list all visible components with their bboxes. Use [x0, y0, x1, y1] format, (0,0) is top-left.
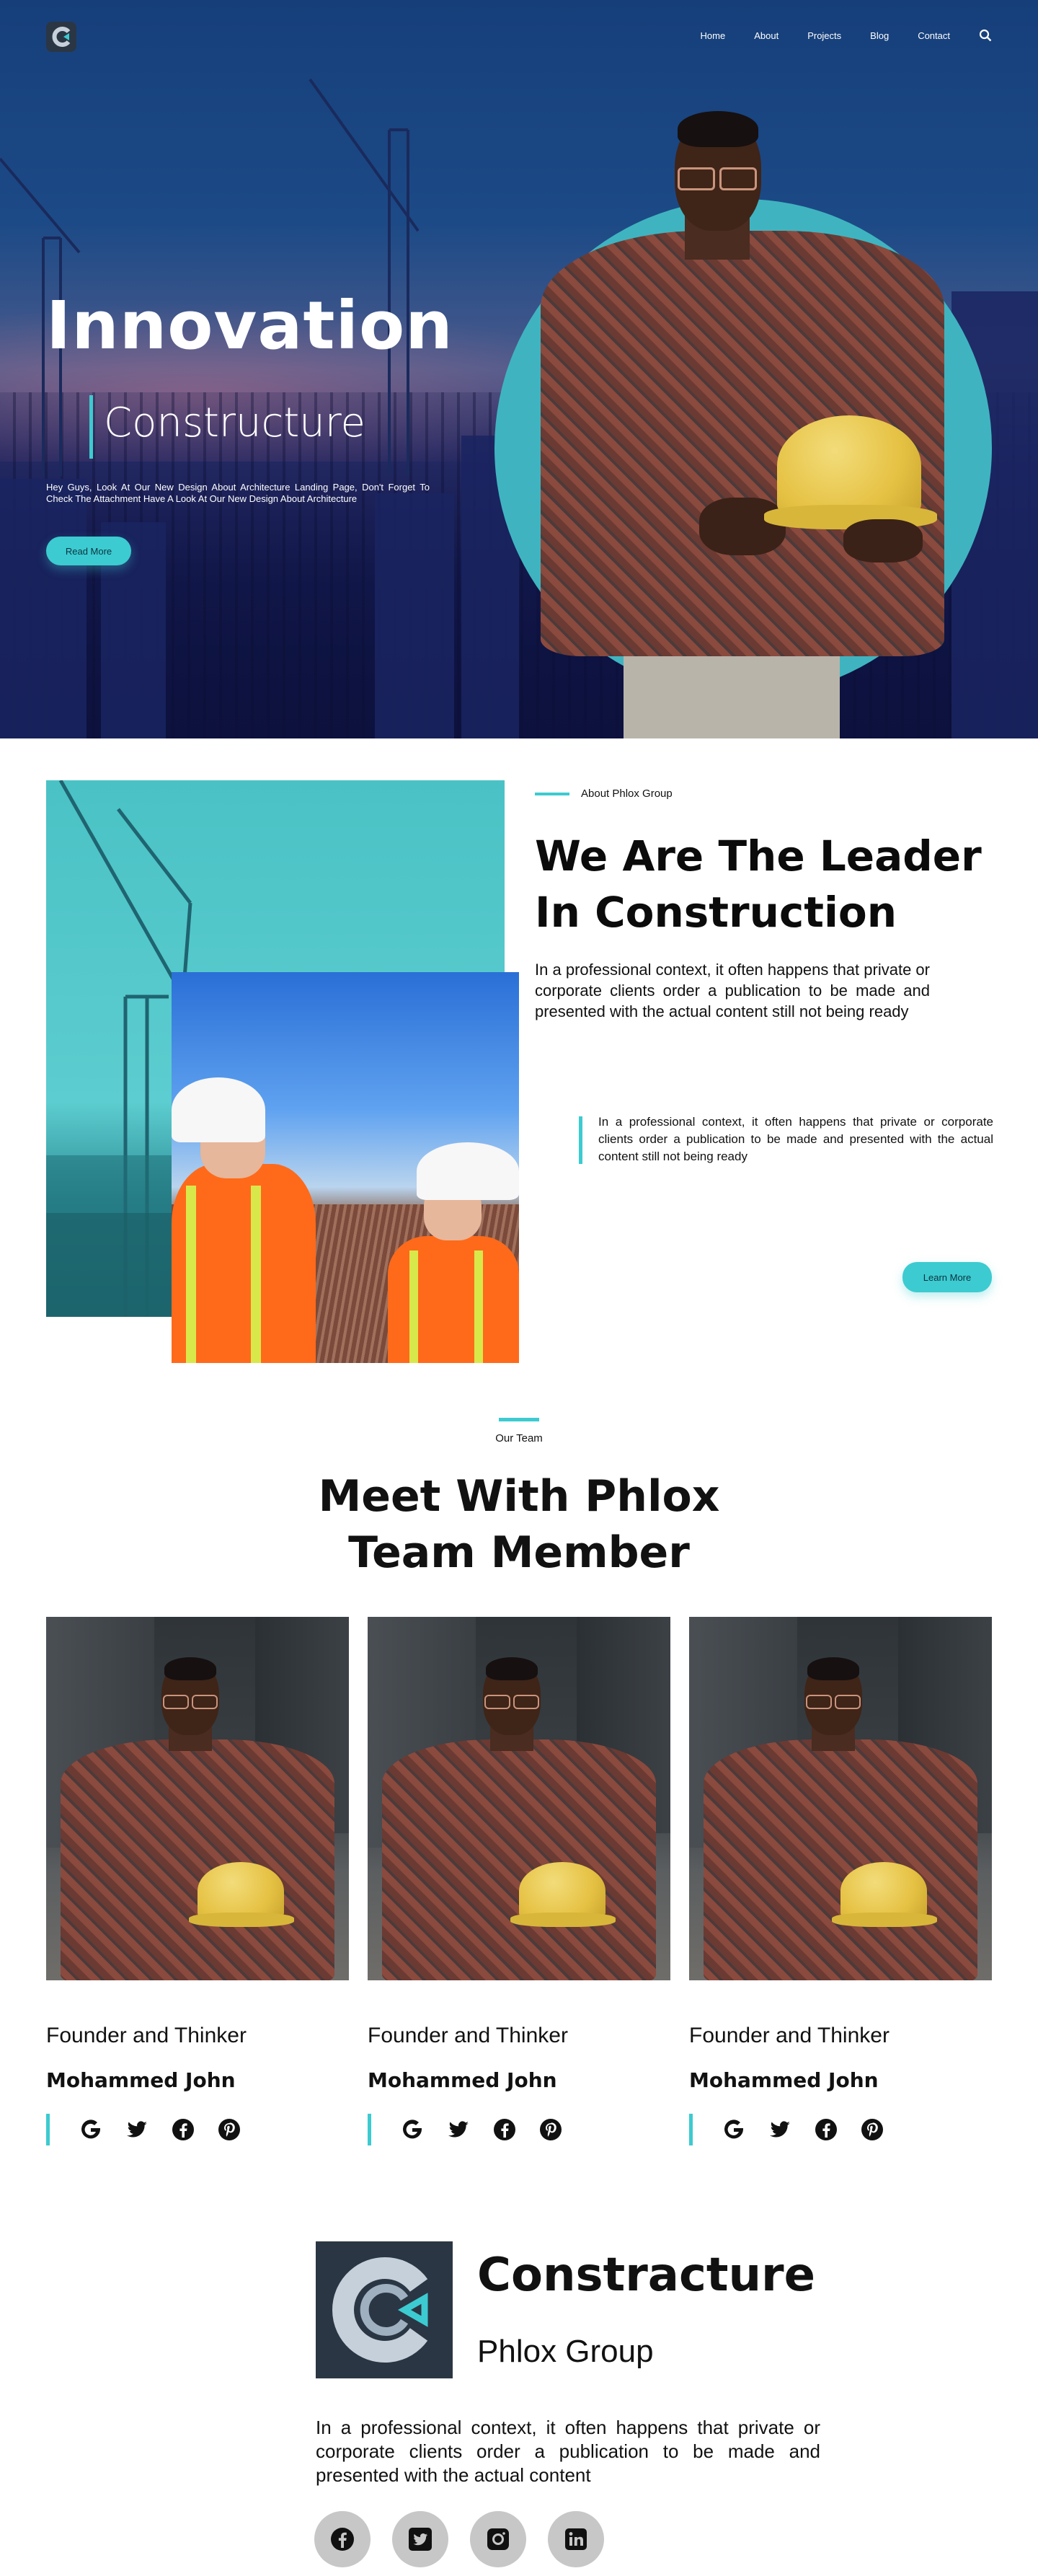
footer-socials	[314, 2511, 604, 2567]
facebook-icon[interactable]	[492, 2117, 517, 2142]
twitter-icon	[409, 2528, 432, 2551]
footer-paragraph: In a professional context, it often happ…	[316, 2417, 820, 2486]
member-name: Mohammed John	[46, 2068, 236, 2092]
facebook-icon	[331, 2528, 354, 2551]
google-icon[interactable]	[400, 2117, 425, 2142]
member-socials	[46, 2114, 349, 2145]
member-name: Mohammed John	[689, 2068, 879, 2092]
logo[interactable]	[46, 22, 76, 52]
nav-about[interactable]: About	[754, 30, 778, 41]
google-icon[interactable]	[79, 2117, 103, 2142]
team-card: Founder and Thinker Mohammed John	[689, 1617, 992, 2145]
facebook-icon[interactable]	[814, 2117, 838, 2142]
member-role: Founder and Thinker	[689, 2024, 890, 2047]
google-icon[interactable]	[722, 2117, 746, 2142]
hero-description: Hey Guys, Look At Our New Design About A…	[46, 482, 430, 504]
twitter-icon[interactable]	[768, 2117, 792, 2142]
member-role: Founder and Thinker	[368, 2024, 568, 2047]
team-accent-dash	[499, 1418, 539, 1421]
linkedin-button[interactable]	[548, 2511, 604, 2567]
twitter-icon[interactable]	[446, 2117, 471, 2142]
team-card: Founder and Thinker Mohammed John	[46, 1617, 349, 2145]
about-eyebrow: About Phlox Group	[535, 788, 673, 800]
pinterest-icon[interactable]	[860, 2117, 884, 2142]
footer-brand: Constracture	[477, 2249, 815, 2302]
about-title: We Are The Leader In Construction	[535, 832, 982, 937]
hero-worker-photo	[533, 101, 995, 738]
accent-dash	[535, 792, 569, 795]
team-eyebrow: Our Team	[495, 1432, 543, 1444]
hero-section: Home About Projects Blog Contact Innovat…	[0, 0, 1038, 738]
twitter-icon[interactable]	[125, 2117, 149, 2142]
member-role: Founder and Thinker	[46, 2024, 247, 2047]
hero-subtitle: Constructure	[104, 400, 365, 446]
building	[375, 493, 454, 738]
pinterest-icon[interactable]	[538, 2117, 563, 2142]
member-socials	[689, 2114, 992, 2145]
instagram-icon	[487, 2528, 509, 2550]
twitter-button[interactable]	[392, 2511, 448, 2567]
member-socials	[368, 2114, 670, 2145]
member-photo	[368, 1617, 670, 1980]
social-accent-bar	[46, 2114, 50, 2145]
logo-mark-icon	[332, 2257, 428, 2363]
team-card: Founder and Thinker Mohammed John	[368, 1617, 670, 2145]
social-accent-bar	[368, 2114, 371, 2145]
pinterest-icon[interactable]	[217, 2117, 241, 2142]
building	[0, 479, 86, 738]
about-quote: In a professional context, it often happ…	[598, 1115, 993, 1163]
footer-logo[interactable]	[316, 2241, 453, 2378]
team-title: Meet With Phlox Team Member	[0, 1468, 1038, 1581]
member-photo	[689, 1617, 992, 1980]
nav-contact[interactable]: Contact	[918, 30, 950, 41]
quote-accent-bar	[579, 1116, 582, 1164]
facebook-icon[interactable]	[171, 2117, 195, 2142]
about-paragraph: In a professional context, it often happ…	[535, 961, 930, 1020]
main-nav: Home About Projects Blog Contact	[701, 29, 992, 42]
hero-title: Innovation	[46, 287, 453, 364]
nav-blog[interactable]: Blog	[870, 30, 889, 41]
member-name: Mohammed John	[368, 2068, 557, 2092]
workers-photo	[172, 972, 519, 1363]
learn-more-button[interactable]: Learn More	[902, 1262, 992, 1292]
search-icon[interactable]	[979, 29, 992, 42]
social-accent-bar	[689, 2114, 693, 2145]
nav-home[interactable]: Home	[701, 30, 726, 41]
about-eyebrow-label: About Phlox Group	[581, 788, 673, 800]
team-title-text: Meet With Phlox Team Member	[318, 1471, 720, 1578]
accent-bar	[89, 395, 93, 459]
logo-mark-icon	[52, 27, 71, 47]
instagram-button[interactable]	[470, 2511, 526, 2567]
footer-subtitle: Phlox Group	[477, 2334, 654, 2369]
nav-projects[interactable]: Projects	[807, 30, 841, 41]
linkedin-icon	[565, 2528, 587, 2550]
read-more-button[interactable]: Read More	[46, 537, 131, 565]
facebook-button[interactable]	[314, 2511, 371, 2567]
member-photo	[46, 1617, 349, 1980]
